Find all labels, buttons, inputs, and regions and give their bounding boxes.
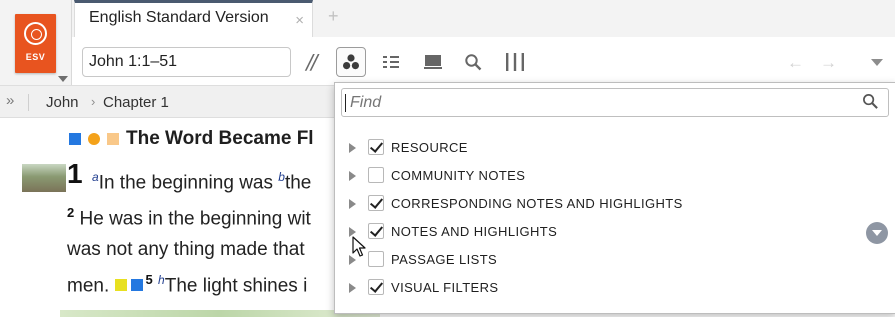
expand-triangle-icon[interactable] [349,143,356,153]
verse-text: was not any thing made that [67,239,305,260]
checkbox-community-notes[interactable] [368,167,384,183]
footnote-marker[interactable]: h [158,273,165,287]
filter-label: COMMUNITY NOTES [391,168,526,183]
visual-filters-dropdown: RESOURCE COMMUNITY NOTES CORRESPONDING N… [334,82,895,314]
highlight-marker-blue[interactable] [130,279,143,292]
display-icon [424,55,442,69]
checkbox-resource[interactable] [368,139,384,155]
expand-triangle-icon[interactable] [349,199,356,209]
visual-filters-button[interactable] [336,47,366,77]
text-cursor [345,94,346,112]
toolbar: // [72,37,895,85]
checkbox-passage-lists[interactable] [368,251,384,267]
add-tab-button[interactable]: + [328,6,339,27]
highlight-marker-yellow[interactable] [114,279,127,292]
reference-input[interactable] [82,47,291,77]
find-input[interactable] [341,88,889,117]
mouse-pointer-icon [352,236,366,257]
highlight-marker-orange[interactable] [88,133,100,145]
highlight-marker-peach[interactable] [107,133,119,145]
tab-close-icon[interactable]: × [295,12,304,29]
breadcrumb-chevron-icon: › [91,94,96,109]
verse-text: the [284,172,312,194]
scroll-down-button[interactable] [866,222,888,244]
resource-panel: ESV [0,0,72,85]
highlight-marker-blue[interactable] [69,133,81,145]
search-icon [465,54,482,71]
columns-icon [506,53,524,71]
filter-label: NOTES AND HIGHLIGHTS [391,224,558,239]
verse-number[interactable]: 5 [146,272,153,287]
filter-label: RESOURCE [391,140,468,155]
display-settings-button[interactable] [420,47,446,77]
verse-line-1: aIn the beginning was bthe [92,170,311,194]
checkbox-visual-filters[interactable] [368,279,384,295]
visual-filters-icon [343,54,359,70]
verse-line-3: was not any thing made that [67,239,305,261]
verse-text: The light shines i [164,275,308,297]
visual-filter-highlight [60,310,380,317]
breadcrumb-chapter[interactable]: Chapter 1 [103,94,169,111]
expand-triangle-icon[interactable] [349,171,356,181]
checkbox-notes-and-highlights[interactable] [368,223,384,239]
filter-label: CORRESPONDING NOTES AND HIGHLIGHTS [391,196,683,211]
esv-logo-icon [24,22,47,45]
footnote-marker[interactable]: a [92,170,99,184]
verse-text: men. [67,275,115,297]
resource-menu-caret-icon[interactable] [58,76,68,82]
search-button[interactable] [460,47,486,77]
search-icon[interactable] [862,93,879,110]
layout-icon [383,56,399,68]
back-arrow-icon[interactable]: ← [787,53,804,73]
filter-row-passage-lists[interactable]: PASSAGE LISTS [335,248,855,272]
media-thumbnail[interactable] [22,164,66,192]
resource-cover-button[interactable]: ESV [15,14,56,73]
filter-row-community-notes[interactable]: COMMUNITY NOTES [335,164,855,188]
breadcrumb-divider [28,94,29,111]
forward-arrow-icon[interactable]: → [820,53,837,73]
checkbox-corresponding-notes[interactable] [368,195,384,211]
layout-button[interactable] [378,47,404,77]
bible-reader-window: ESV English Standard Version × + // [0,0,895,317]
tab-english-standard-version[interactable]: English Standard Version × [74,0,313,37]
footnote-marker[interactable]: b [278,170,285,184]
verse-line-4: men. 5 hThe light shines i [67,272,307,297]
expand-triangle-icon[interactable] [349,283,356,293]
tab-strip: English Standard Version × + [72,0,895,37]
chapter-number: 1 [67,158,83,189]
filter-row-visual-filters[interactable]: VISUAL FILTERS [335,276,855,300]
expand-sidebar-icon[interactable]: » [6,92,14,109]
filter-row-notes-and-highlights[interactable]: NOTES AND HIGHLIGHTS [335,220,855,244]
section-heading: The Word Became Fl [126,128,314,149]
columns-button[interactable] [500,47,530,77]
parallel-resources-button[interactable]: // [300,47,322,77]
filter-label: PASSAGE LISTS [391,252,498,267]
panel-menu-caret-icon[interactable] [871,59,883,66]
filter-label: VISUAL FILTERS [391,280,499,295]
verse-text: He was in the beginning wit [74,208,311,230]
verse-line-2: 2 He was in the beginning wit [67,205,311,230]
filter-row-corresponding-notes[interactable]: CORRESPONDING NOTES AND HIGHLIGHTS [335,192,855,216]
tab-title: English Standard Version [89,9,269,26]
verse-text: In the beginning was [98,172,279,194]
filter-row-resource[interactable]: RESOURCE [335,136,855,160]
resource-abbreviation: ESV [25,52,46,62]
breadcrumb-book[interactable]: John [46,94,79,111]
